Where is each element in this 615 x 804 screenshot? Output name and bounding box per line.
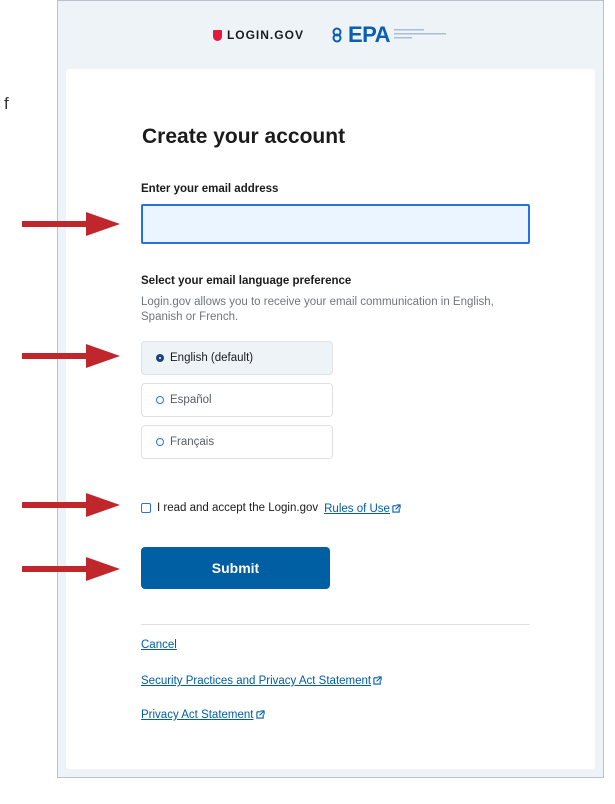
login-gov-logo-text: LOGIN.GOV [226,28,304,42]
rules-of-use-checkbox[interactable] [141,503,151,513]
rules-of-use-row: I read and accept the Login.gov Rules of… [141,499,401,517]
arrow-right-icon [22,344,120,368]
privacy-link-wrap: Privacy Act Statement [141,705,265,723]
login-card: LOGIN.GOV EPA Create your account Enter … [57,0,604,778]
external-link-icon [373,676,382,685]
epa-logo-text: EPA [347,22,391,47]
rules-of-use-text: I read and accept the Login.gov [157,502,319,514]
divider [141,624,530,625]
shield-icon [212,29,222,41]
radio-english-label: English (default) [170,352,254,364]
arrow-right-icon [22,493,120,517]
security-link-wrap: Security Practices and Privacy Act State… [141,671,382,689]
email-label: Enter your email address [141,183,279,195]
clipped-text-fragment: f [4,94,9,113]
radio-unselected-icon [156,438,164,446]
language-hint: Login.gov allows you to receive your ema… [141,296,494,323]
cancel-link[interactable]: Cancel [141,639,177,651]
email-input[interactable] [141,204,530,244]
rules-of-use-link-wrap: Rules of Use [324,499,401,517]
epa-logo-subtitle [394,28,448,43]
radio-selected-icon [156,354,164,362]
radio-espanol-label: Español [170,394,212,406]
radio-english[interactable]: English (default) [141,341,333,375]
arrow-right-icon [22,212,120,236]
form-panel: Create your account Enter your email add… [66,69,595,769]
external-link-icon [392,504,401,513]
radio-unselected-icon [156,396,164,404]
security-practices-link[interactable]: Security Practices and Privacy Act State… [141,675,371,687]
language-label: Select your email language preference [141,275,352,287]
page-title: Create your account [142,125,346,148]
cancel-link-wrap: Cancel [141,635,177,653]
submit-button[interactable]: Submit [141,547,330,589]
header: LOGIN.GOV EPA [58,1,603,69]
login-gov-logo: LOGIN.GOV [212,28,304,42]
radio-francais[interactable]: Français [141,425,333,459]
radio-francais-label: Français [170,436,215,448]
epa-logo: EPA [330,22,448,48]
arrow-right-icon [22,557,120,581]
radio-espanol[interactable]: Español [141,383,333,417]
privacy-act-link[interactable]: Privacy Act Statement [141,709,254,721]
rules-of-use-link[interactable]: Rules of Use [324,503,390,515]
epa-flower-icon [332,27,342,43]
external-link-icon [255,710,265,719]
